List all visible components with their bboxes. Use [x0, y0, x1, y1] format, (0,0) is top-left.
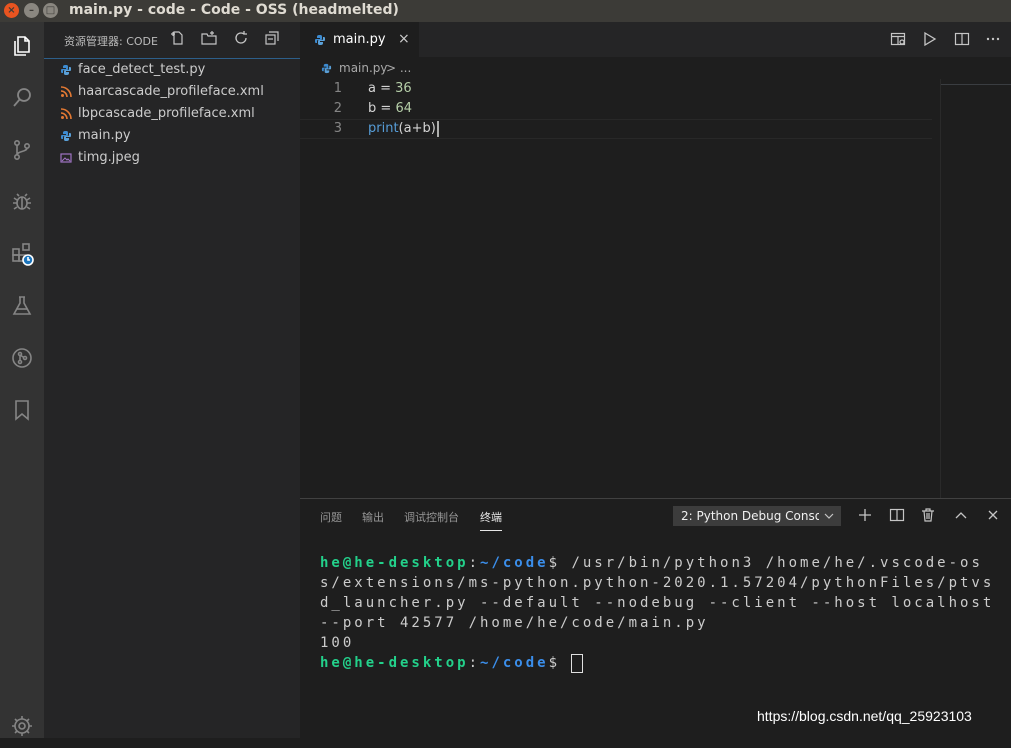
- terminal-select-value: 2: Python Debug Console: [681, 509, 819, 523]
- explorer-icon[interactable]: [0, 24, 44, 68]
- chevron-down-icon: [824, 513, 834, 519]
- minimap[interactable]: [940, 79, 1011, 498]
- editor-area: main.py × main.py > ... 1 a = 36 2 b = 6…: [300, 22, 1011, 498]
- line-number: 3: [333, 121, 342, 136]
- terminal-select[interactable]: 2: Python Debug Console: [673, 506, 841, 526]
- title-bar: × – □ main.py - code - Code - OSS (headm…: [0, 0, 1011, 22]
- python-file-icon: [321, 63, 332, 74]
- split-editor-icon[interactable]: [954, 31, 972, 49]
- tab-close-icon[interactable]: ×: [398, 31, 410, 47]
- code-function: print: [368, 121, 399, 136]
- minimap-slider: [941, 84, 1011, 85]
- terminal-cursor: [571, 653, 584, 673]
- test-icon[interactable]: [0, 284, 44, 328]
- terminal-result: 100: [320, 635, 355, 651]
- git-graph-icon[interactable]: [0, 336, 44, 380]
- file-item[interactable]: face_detect_test.py: [44, 59, 300, 81]
- code-variable: a: [368, 81, 376, 96]
- file-name: lbpcascade_profileface.xml: [78, 106, 255, 121]
- file-name: face_detect_test.py: [78, 62, 206, 77]
- file-item[interactable]: haarcascade_profileface.xml: [44, 81, 300, 103]
- explorer-header: 资源管理器: CODE: [44, 22, 300, 58]
- tab-output[interactable]: 输出: [362, 509, 384, 525]
- prompt-path: ~/code: [480, 655, 549, 671]
- prompt-dollar: $: [548, 555, 572, 571]
- extensions-icon[interactable]: [0, 232, 44, 276]
- line-number: 1: [333, 81, 342, 96]
- file-name: main.py: [78, 128, 131, 143]
- maximize-panel-icon[interactable]: [953, 507, 971, 525]
- split-terminal-icon[interactable]: [889, 507, 907, 525]
- prompt-path: ~/code: [480, 555, 549, 571]
- image-file-icon: [60, 153, 72, 163]
- file-name: timg.jpeg: [78, 150, 140, 165]
- kill-terminal-icon[interactable]: [920, 507, 938, 525]
- file-name: haarcascade_profileface.xml: [78, 84, 264, 99]
- terminal-output[interactable]: he@he-desktop:~/code$ /usr/bin/python3 /…: [320, 553, 1000, 673]
- bookmark-icon[interactable]: [0, 388, 44, 432]
- tab-label: main.py: [333, 32, 386, 47]
- editor-tabs: main.py ×: [300, 22, 1011, 57]
- new-file-icon[interactable]: [170, 30, 188, 48]
- terminal-prompt-line: he@he-desktop:~/code$: [320, 653, 1000, 673]
- code-line: 1 a = 36: [300, 79, 940, 99]
- prompt-user: he@he-desktop: [320, 655, 469, 671]
- window-maximize-button[interactable]: □: [43, 3, 58, 18]
- window-close-button[interactable]: ×: [4, 3, 19, 18]
- file-item[interactable]: main.py: [44, 125, 300, 147]
- refresh-icon[interactable]: [233, 30, 251, 48]
- line-number: 2: [333, 101, 342, 116]
- file-item[interactable]: timg.jpeg: [44, 147, 300, 169]
- settings-gear-icon[interactable]: [0, 704, 44, 748]
- more-actions-icon[interactable]: [985, 31, 1003, 49]
- python-file-icon: [315, 35, 325, 45]
- tab-problems[interactable]: 问题: [320, 509, 342, 525]
- code-operator: =: [375, 81, 396, 96]
- code-number: 36: [395, 81, 412, 96]
- breadcrumb-symbols[interactable]: > ...: [386, 57, 411, 79]
- watermark-text: https://blog.csdn.net/qq_25923103: [757, 708, 972, 724]
- code-arguments: (a+b): [398, 121, 436, 136]
- window-title: main.py - code - Code - OSS (headmelted): [69, 2, 399, 18]
- search-icon[interactable]: [0, 76, 44, 120]
- window-minimize-button[interactable]: –: [24, 3, 39, 18]
- prompt-colon: :: [468, 655, 481, 671]
- tab-debug-console[interactable]: 调试控制台: [404, 509, 459, 525]
- prompt-user: he@he-desktop: [320, 555, 469, 571]
- code-line-current: 3 print(a+b): [300, 119, 932, 139]
- new-folder-icon[interactable]: [201, 30, 219, 48]
- explorer-title: 资源管理器: CODE: [64, 35, 158, 48]
- run-icon[interactable]: [921, 31, 939, 49]
- source-control-icon[interactable]: [0, 128, 44, 172]
- python-file-icon: [61, 131, 71, 141]
- activity-bar: [0, 22, 44, 738]
- terminal-command-line: he@he-desktop:~/code$ /usr/bin/python3 /…: [320, 553, 1000, 633]
- code-line: 2 b = 64: [300, 99, 940, 119]
- collapse-all-icon[interactable]: [264, 30, 282, 48]
- breadcrumb-file[interactable]: main.py: [339, 57, 388, 79]
- python-file-icon: [61, 65, 71, 75]
- explorer-sidebar: 资源管理器: CODE face_detect_test.py haarcasc…: [44, 22, 301, 738]
- open-preview-icon[interactable]: [890, 31, 908, 49]
- code-editor[interactable]: 1 a = 36 2 b = 64 3 print(a+b): [300, 79, 940, 139]
- tab-main-py[interactable]: main.py ×: [300, 22, 419, 57]
- text-cursor: [436, 120, 439, 137]
- code-number: 64: [395, 101, 412, 116]
- file-item[interactable]: lbpcascade_profileface.xml: [44, 103, 300, 125]
- tab-terminal[interactable]: 终端: [480, 509, 502, 531]
- debug-icon[interactable]: [0, 180, 44, 224]
- prompt-dollar: $: [548, 655, 572, 671]
- xml-file-icon: [60, 86, 72, 98]
- code-operator: =: [376, 101, 396, 116]
- xml-file-icon: [60, 108, 72, 120]
- new-terminal-icon[interactable]: [857, 507, 875, 525]
- close-panel-icon[interactable]: [985, 507, 1003, 525]
- file-list: face_detect_test.py haarcascade_profilef…: [44, 58, 300, 169]
- bottom-panel: 问题 输出 调试控制台 终端 2: Python Debug Console h…: [300, 498, 1011, 739]
- prompt-colon: :: [468, 555, 481, 571]
